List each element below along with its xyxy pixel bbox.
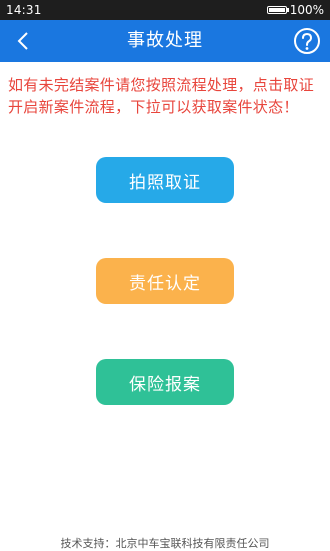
status-time: 14:31 [6, 3, 42, 17]
liability-button[interactable]: 责任认定 [96, 258, 234, 304]
help-button[interactable] [292, 26, 322, 56]
battery-text: 100% [289, 3, 324, 17]
question-circle-icon [294, 28, 320, 54]
notice-text: 如有未完结案件请您按照流程处理，点击取证开启新案件流程，下拉可以获取案件状态！ [8, 76, 315, 116]
nav-bar: 事故处理 [0, 20, 330, 62]
insurance-report-button[interactable]: 保险报案 [96, 359, 234, 405]
battery-icon [266, 6, 289, 14]
status-right: 100% [266, 3, 324, 17]
battery-level [268, 8, 285, 12]
status-bar: 14:31 100% [0, 0, 330, 20]
page-title: 事故处理 [127, 30, 203, 51]
photo-evidence-button[interactable]: 拍照取证 [96, 157, 234, 203]
footer-text: 技术支持：北京中车宝联科技有限责任公司 [60, 537, 270, 550]
